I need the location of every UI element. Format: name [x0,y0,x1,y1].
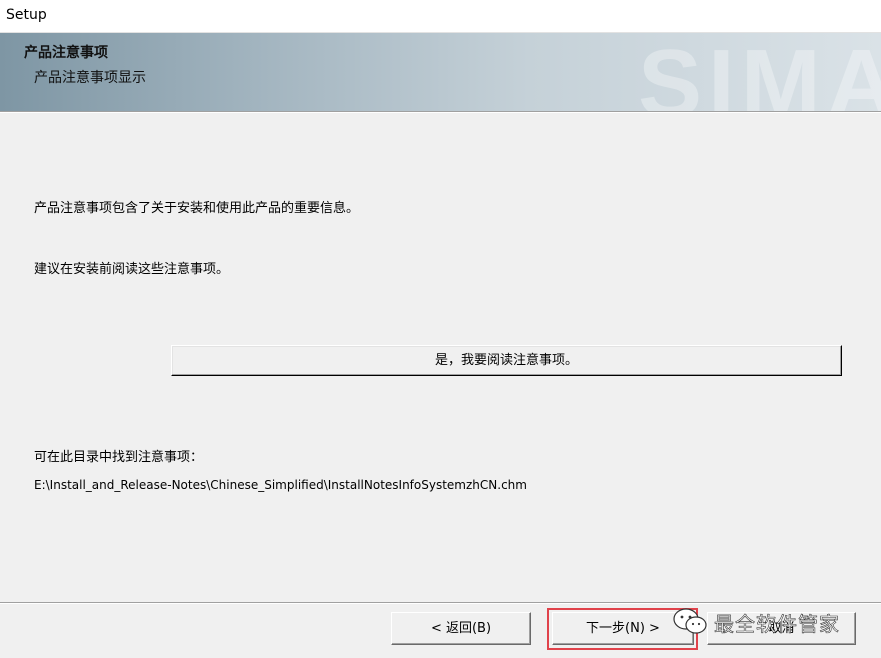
back-button[interactable]: < 返回(B) [391,612,531,645]
location-label: 可在此目录中找到注意事项： [34,450,204,465]
brand-watermark: SIMA [638,33,881,111]
page-subtitle: 产品注意事项显示 [34,70,146,86]
cancel-button[interactable]: 取消 [707,612,856,645]
next-button[interactable]: 下一步(N) > [552,612,694,645]
setup-window: Setup SIMA 产品注意事项 产品注意事项显示 产品注意事项包含了关于安装… [0,0,881,658]
footer-divider [0,602,881,604]
header-banner: SIMA 产品注意事项 产品注意事项显示 [0,33,881,111]
info-text: 产品注意事项包含了关于安装和使用此产品的重要信息。 [34,201,360,216]
page-title: 产品注意事项 [24,45,108,61]
title-bar[interactable]: Setup [0,0,881,33]
notes-path: E:\Install_and_Release-Notes\Chinese_Sim… [34,478,527,492]
recommend-text: 建议在安装前阅读这些注意事项。 [34,262,230,277]
window-title: Setup [6,7,47,23]
content-area: 产品注意事项包含了关于安装和使用此产品的重要信息。 建议在安装前阅读这些注意事项… [0,113,881,602]
read-notes-button[interactable]: 是，我要阅读注意事项。 [171,345,842,376]
